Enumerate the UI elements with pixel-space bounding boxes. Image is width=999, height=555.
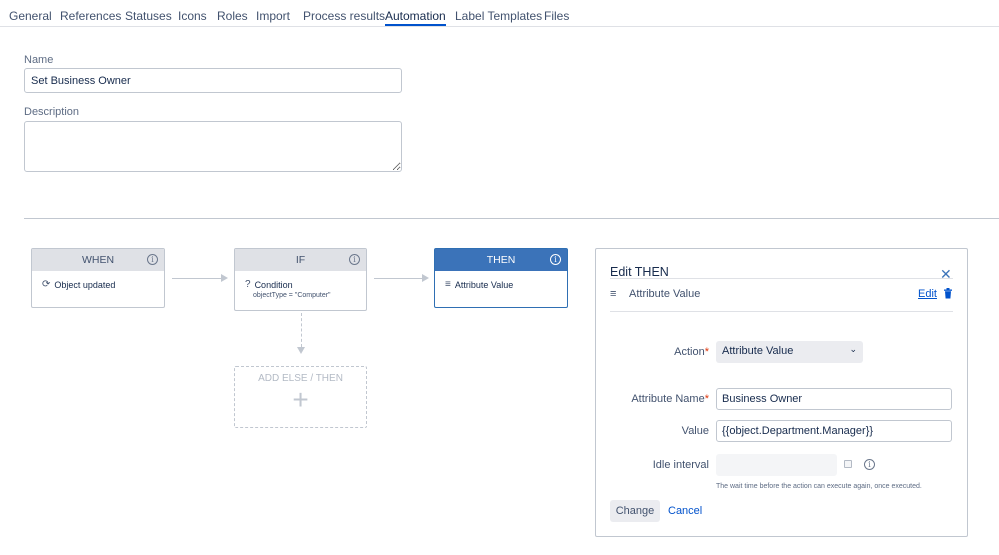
value-input[interactable]: {{object.Department.Manager}} [716,420,952,442]
cancel-link[interactable]: Cancel [668,505,702,517]
condition-detail: objectType = "Computer" [253,292,331,299]
action-select[interactable]: Attribute Value ⌄ [716,341,863,363]
attribute-name-label-text: Attribute Name [631,393,705,405]
action-field-label: Action* [674,346,709,358]
info-icon[interactable]: i [864,459,875,470]
then-title: THEN [486,254,516,266]
info-icon[interactable]: i [147,254,158,265]
tab-automation[interactable]: Automation [385,9,446,26]
description-label: Description [24,106,80,118]
action-select-value: Attribute Value [722,345,794,357]
then-block[interactable]: THEN i ≡ Attribute Value [434,248,568,308]
idle-interval-hint: The wait time before the action can exec… [716,483,922,490]
tab-bar: General References Statuses Icons Roles … [0,0,999,27]
name-label: Name [24,54,54,66]
arrow-if-then [374,274,429,282]
idle-interval-label: Idle interval [652,459,709,471]
panel-divider [610,311,953,312]
attribute-name-input[interactable]: Business Owner [716,388,952,410]
info-icon[interactable]: i [349,254,360,265]
arrow-when-if [172,274,228,282]
tab-process-results[interactable]: Process results [303,9,385,23]
add-else-then-label: ADD ELSE / THEN [258,373,343,384]
attribute-name-field-label: Attribute Name* [631,393,709,405]
when-trigger-label: Object updated [54,279,116,290]
then-action-label: Attribute Value [454,279,514,290]
question-circle-icon: ? [245,279,251,290]
panel-summary-label: Attribute Value [629,288,701,300]
tab-import[interactable]: Import [256,9,290,23]
tab-roles[interactable]: Roles [217,9,248,23]
required-marker: * [704,346,709,358]
list-icon: ≡ [610,288,617,300]
tab-references[interactable]: References [60,9,121,23]
then-header: THEN i [435,249,567,271]
idle-interval-checkbox[interactable] [844,460,852,468]
edit-link[interactable]: Edit [918,288,937,300]
info-icon[interactable]: i [550,254,561,265]
if-title: IF [295,254,306,266]
if-block[interactable]: IF i ? Condition objectType = "Computer" [234,248,367,311]
tab-general[interactable]: General [9,9,52,23]
tab-files[interactable]: Files [544,9,569,23]
when-header: WHEN i [32,249,164,271]
down-arrow-icon [297,347,305,354]
panel-divider [610,278,953,279]
section-divider [24,218,999,219]
name-input[interactable] [24,68,402,93]
when-title: WHEN [81,254,115,266]
tab-label-templates[interactable]: Label Templates [455,9,542,23]
list-icon: ≡ [445,279,451,290]
refresh-icon: ⟳ [42,279,51,290]
trash-icon[interactable] [943,288,953,302]
value-field-label: Value [681,425,709,437]
tab-statuses[interactable]: Statuses [125,9,172,23]
change-button[interactable]: Change [610,500,660,522]
add-else-then-button[interactable]: ADD ELSE / THEN + [234,366,367,428]
if-header: IF i [235,249,366,271]
description-textarea[interactable] [24,121,402,172]
chevron-down-icon: ⌄ [849,344,857,354]
required-marker: * [704,393,709,405]
action-label-text: Action [674,346,705,358]
plus-icon: + [292,384,309,415]
panel-title: Edit THEN [610,265,669,279]
dashed-connector [301,313,302,347]
condition-label: Condition [254,279,293,290]
edit-then-panel: Edit THEN ✕ ≡ Attribute Value Edit Actio… [595,248,968,537]
idle-interval-input[interactable] [716,454,837,476]
when-block[interactable]: WHEN i ⟳ Object updated [31,248,165,308]
tab-icons[interactable]: Icons [178,9,207,23]
